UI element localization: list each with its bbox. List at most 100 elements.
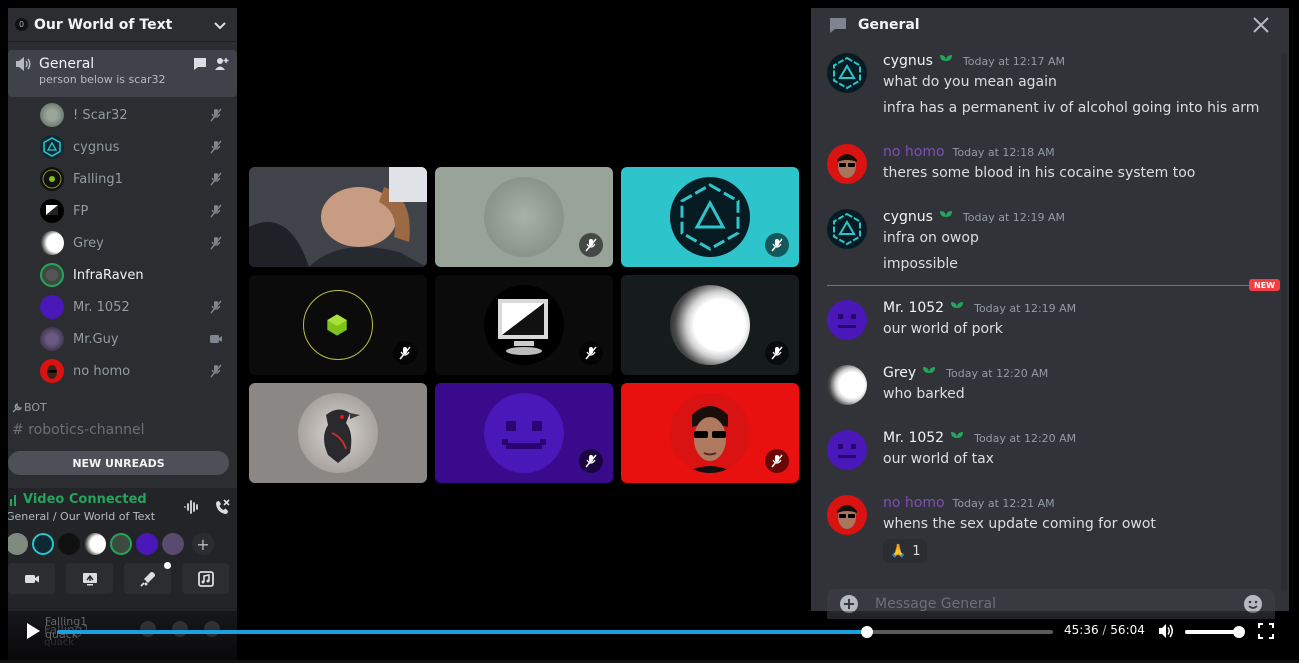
screen: 0 Our World of Text General person below… bbox=[0, 0, 1299, 663]
muted-indicator bbox=[765, 233, 789, 257]
voice-user[interactable]: cygnus bbox=[8, 131, 237, 163]
voice-user[interactable]: Falling1 bbox=[8, 163, 237, 195]
voice-user[interactable]: Mr.Guy bbox=[8, 323, 237, 355]
video-tile[interactable] bbox=[249, 167, 427, 267]
server-header[interactable]: 0 Our World of Text bbox=[8, 8, 237, 42]
fullscreen-icon[interactable] bbox=[1258, 623, 1274, 639]
rocket-icon bbox=[139, 571, 155, 587]
chat-bubble-icon[interactable] bbox=[193, 57, 207, 71]
message-text: our world of pork bbox=[883, 321, 1003, 337]
video-tile[interactable] bbox=[435, 275, 613, 375]
video-tile[interactable] bbox=[621, 167, 799, 267]
message-input[interactable]: Message General bbox=[875, 596, 1243, 612]
message-author[interactable]: no homo bbox=[883, 495, 945, 511]
avatar[interactable] bbox=[58, 533, 80, 555]
chat-message: Mr. 1052 Today at 12:19 AM our world of … bbox=[827, 298, 1267, 340]
mic-muted-icon bbox=[210, 236, 222, 250]
message-author[interactable]: no homo bbox=[883, 144, 945, 160]
reaction-pill[interactable]: 🙏 1 bbox=[883, 539, 928, 563]
add-user-icon[interactable] bbox=[215, 57, 229, 71]
chat-scrollbar[interactable] bbox=[1281, 52, 1287, 592]
volume-handle[interactable] bbox=[1233, 626, 1245, 638]
category-name: BOT bbox=[24, 401, 47, 414]
avatar[interactable] bbox=[32, 533, 54, 555]
soundboard-button[interactable] bbox=[182, 563, 229, 594]
wrench-icon bbox=[12, 402, 22, 412]
mic-muted-icon bbox=[210, 364, 222, 378]
add-participant-button[interactable]: + bbox=[192, 533, 214, 555]
voice-channel-status: person below is scar32 bbox=[39, 73, 166, 86]
message-author[interactable]: Mr. 1052 bbox=[883, 300, 944, 316]
avatar[interactable] bbox=[84, 533, 106, 555]
avatar bbox=[40, 231, 64, 255]
video-tile[interactable] bbox=[621, 275, 799, 375]
message-author[interactable]: cygnus bbox=[883, 209, 933, 225]
voice-user[interactable]: no homo bbox=[8, 355, 237, 387]
mic-muted-icon bbox=[771, 238, 783, 252]
voice-user[interactable]: ! Scar32 bbox=[8, 99, 237, 131]
avatar[interactable] bbox=[110, 533, 132, 555]
voice-user[interactable]: FP bbox=[8, 195, 237, 227]
disconnect-icon[interactable] bbox=[213, 498, 231, 516]
text-channel-robotics[interactable]: # robotics-channel bbox=[8, 422, 237, 436]
video-tile[interactable] bbox=[435, 167, 613, 267]
avatar[interactable] bbox=[827, 365, 867, 405]
voice-user[interactable]: Grey bbox=[8, 227, 237, 259]
mic-muted-icon bbox=[210, 140, 222, 154]
message-author[interactable]: cygnus bbox=[883, 53, 933, 69]
seek-handle[interactable] bbox=[861, 626, 874, 638]
avatar[interactable] bbox=[827, 144, 867, 184]
voice-user[interactable]: InfraRaven bbox=[8, 259, 237, 291]
avatar bbox=[40, 359, 64, 383]
chat-message: Mr. 1052 Today at 12:20 AM our world of … bbox=[827, 428, 1267, 470]
voice-user-name: Mr. 1052 bbox=[73, 299, 130, 315]
message-author[interactable]: Grey bbox=[883, 365, 916, 381]
avatar bbox=[40, 327, 64, 351]
avatar[interactable] bbox=[827, 495, 867, 535]
avatar bbox=[484, 393, 564, 473]
voice-user[interactable]: Mr. 1052 bbox=[8, 291, 237, 323]
avatar[interactable] bbox=[827, 209, 867, 249]
seek-bar[interactable] bbox=[57, 626, 1053, 638]
voice-user-name: FP bbox=[73, 203, 89, 219]
play-icon[interactable] bbox=[24, 622, 42, 640]
volume-icon[interactable] bbox=[1157, 622, 1175, 640]
video-tile[interactable] bbox=[621, 383, 799, 483]
close-icon[interactable] bbox=[1251, 15, 1271, 35]
video-tile[interactable] bbox=[249, 383, 427, 483]
mic-muted-icon bbox=[210, 300, 222, 314]
avatar[interactable] bbox=[136, 533, 158, 555]
overlaid-user-panel: Falling1 quack bbox=[45, 615, 88, 641]
message-timestamp: Today at 12:21 AM bbox=[952, 496, 1055, 510]
avatar[interactable] bbox=[827, 53, 867, 93]
camera-button[interactable] bbox=[8, 563, 55, 594]
avatar bbox=[670, 285, 750, 365]
chat-message: cygnus Today at 12:19 AM infra on owop i… bbox=[827, 207, 1267, 275]
voice-channel-general[interactable]: General person below is scar32 bbox=[8, 50, 237, 97]
message-author[interactable]: Mr. 1052 bbox=[883, 430, 944, 446]
chevron-down-icon[interactable] bbox=[213, 18, 227, 32]
category-bot[interactable]: BOT bbox=[8, 401, 237, 414]
camera-icon bbox=[210, 335, 222, 343]
muted-indicator bbox=[765, 341, 789, 365]
screen-share-button[interactable] bbox=[66, 563, 113, 594]
message-text: who barked bbox=[883, 386, 965, 402]
new-messages-divider: NEW bbox=[827, 279, 1280, 291]
time-readout: 45:36 / 56:04 bbox=[1064, 623, 1145, 637]
avatar[interactable] bbox=[8, 533, 28, 555]
avatar[interactable] bbox=[827, 300, 867, 340]
voice-user-name: Falling1 bbox=[73, 171, 123, 187]
volume-slider[interactable] bbox=[1185, 626, 1245, 638]
channel-sidebar: 0 Our World of Text General person below… bbox=[8, 8, 237, 663]
connection-status[interactable]: Video Connected bbox=[8, 492, 183, 507]
video-tile[interactable] bbox=[249, 275, 427, 375]
video-tile[interactable] bbox=[435, 383, 613, 483]
muted-indicator bbox=[765, 449, 789, 473]
activity-button[interactable] bbox=[124, 562, 171, 594]
noise-suppression-icon[interactable] bbox=[183, 498, 201, 516]
avatar[interactable] bbox=[827, 430, 867, 470]
avatar bbox=[484, 285, 564, 365]
camera-icon bbox=[24, 574, 39, 583]
new-unreads-button[interactable]: NEW UNREADS bbox=[8, 451, 229, 475]
avatar[interactable] bbox=[162, 533, 184, 555]
